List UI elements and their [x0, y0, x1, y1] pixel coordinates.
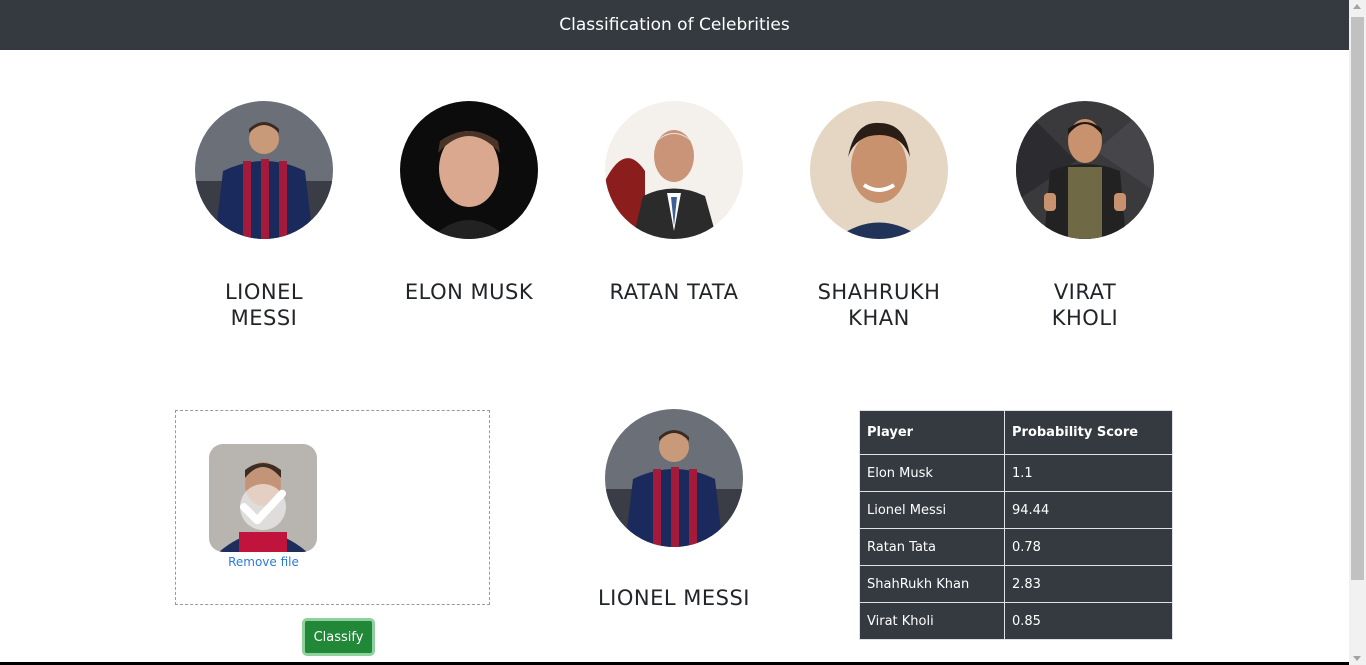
- celebrity-card-kohli: VIRAT KHOLI: [1005, 101, 1165, 331]
- kohli-photo-icon: [1016, 101, 1154, 239]
- navbar: Classification of Celebrities: [0, 0, 1349, 50]
- table-header-row: Player Probability Score: [859, 410, 1173, 455]
- score-cell: 2.83: [1004, 565, 1173, 603]
- score-cell: 0.78: [1004, 528, 1173, 566]
- celebrity-card-messi: LIONEL MESSI: [184, 101, 344, 331]
- score-cell: 94.44: [1004, 491, 1173, 529]
- srk-photo-icon: [810, 101, 948, 239]
- column-header-probability: Probability Score: [1004, 410, 1173, 455]
- table-row: Elon Musk 1.1: [859, 454, 1173, 492]
- celebrity-card-musk: ELON MUSK: [389, 101, 549, 305]
- score-cell: 1.1: [1004, 454, 1173, 492]
- page-title: Classification of Celebrities: [559, 15, 790, 35]
- column-header-player: Player: [859, 410, 1005, 455]
- celebrity-name: RATAN TATA: [609, 280, 739, 304]
- player-cell: Ratan Tata: [859, 528, 1005, 566]
- image-dropzone[interactable]: Remove file: [175, 410, 490, 605]
- celebrity-name: ELON MUSK: [404, 280, 534, 304]
- uploaded-image-preview: [209, 444, 317, 552]
- table-row: Ratan Tata 0.78: [859, 528, 1173, 566]
- player-cell: Virat Kholi: [859, 602, 1005, 640]
- table-row: Virat Kholi 0.85: [859, 602, 1173, 640]
- classification-result: LIONEL MESSI: [594, 409, 754, 610]
- player-cell: ShahRukh Khan: [859, 565, 1005, 603]
- celebrity-name: VIRAT KHOLI: [1051, 280, 1119, 330]
- player-cell: Lionel Messi: [859, 491, 1005, 529]
- musk-photo-icon: [400, 101, 538, 239]
- messi-photo-icon: [195, 101, 333, 239]
- celebrity-name: SHAHRUKH KHAN: [817, 280, 941, 330]
- celebrity-name: LIONEL MESSI: [224, 280, 304, 330]
- table-row: Lionel Messi 94.44: [859, 491, 1173, 529]
- player-cell: Elon Musk: [859, 454, 1005, 492]
- result-name: LIONEL MESSI: [597, 586, 750, 610]
- scroll-down-arrow-icon[interactable]: [1353, 656, 1361, 661]
- celebrity-card-tata: RATAN TATA: [594, 101, 754, 305]
- score-cell: 0.85: [1004, 602, 1173, 640]
- tata-photo-icon: [605, 101, 743, 239]
- vertical-scrollbar[interactable]: [1349, 0, 1366, 665]
- probability-table: Player Probability Score Elon Musk 1.1 L…: [859, 410, 1173, 640]
- result-messi-photo-icon: [605, 409, 743, 547]
- table-row: ShahRukh Khan 2.83: [859, 565, 1173, 603]
- scroll-up-arrow-icon[interactable]: [1353, 4, 1361, 9]
- celebrity-card-srk: SHAHRUKH KHAN: [799, 101, 959, 331]
- upload-success-check-icon: [240, 484, 286, 530]
- classify-button[interactable]: Classify: [302, 618, 375, 656]
- scrollbar-thumb[interactable]: [1351, 17, 1364, 580]
- remove-file-link[interactable]: Remove file: [196, 555, 331, 569]
